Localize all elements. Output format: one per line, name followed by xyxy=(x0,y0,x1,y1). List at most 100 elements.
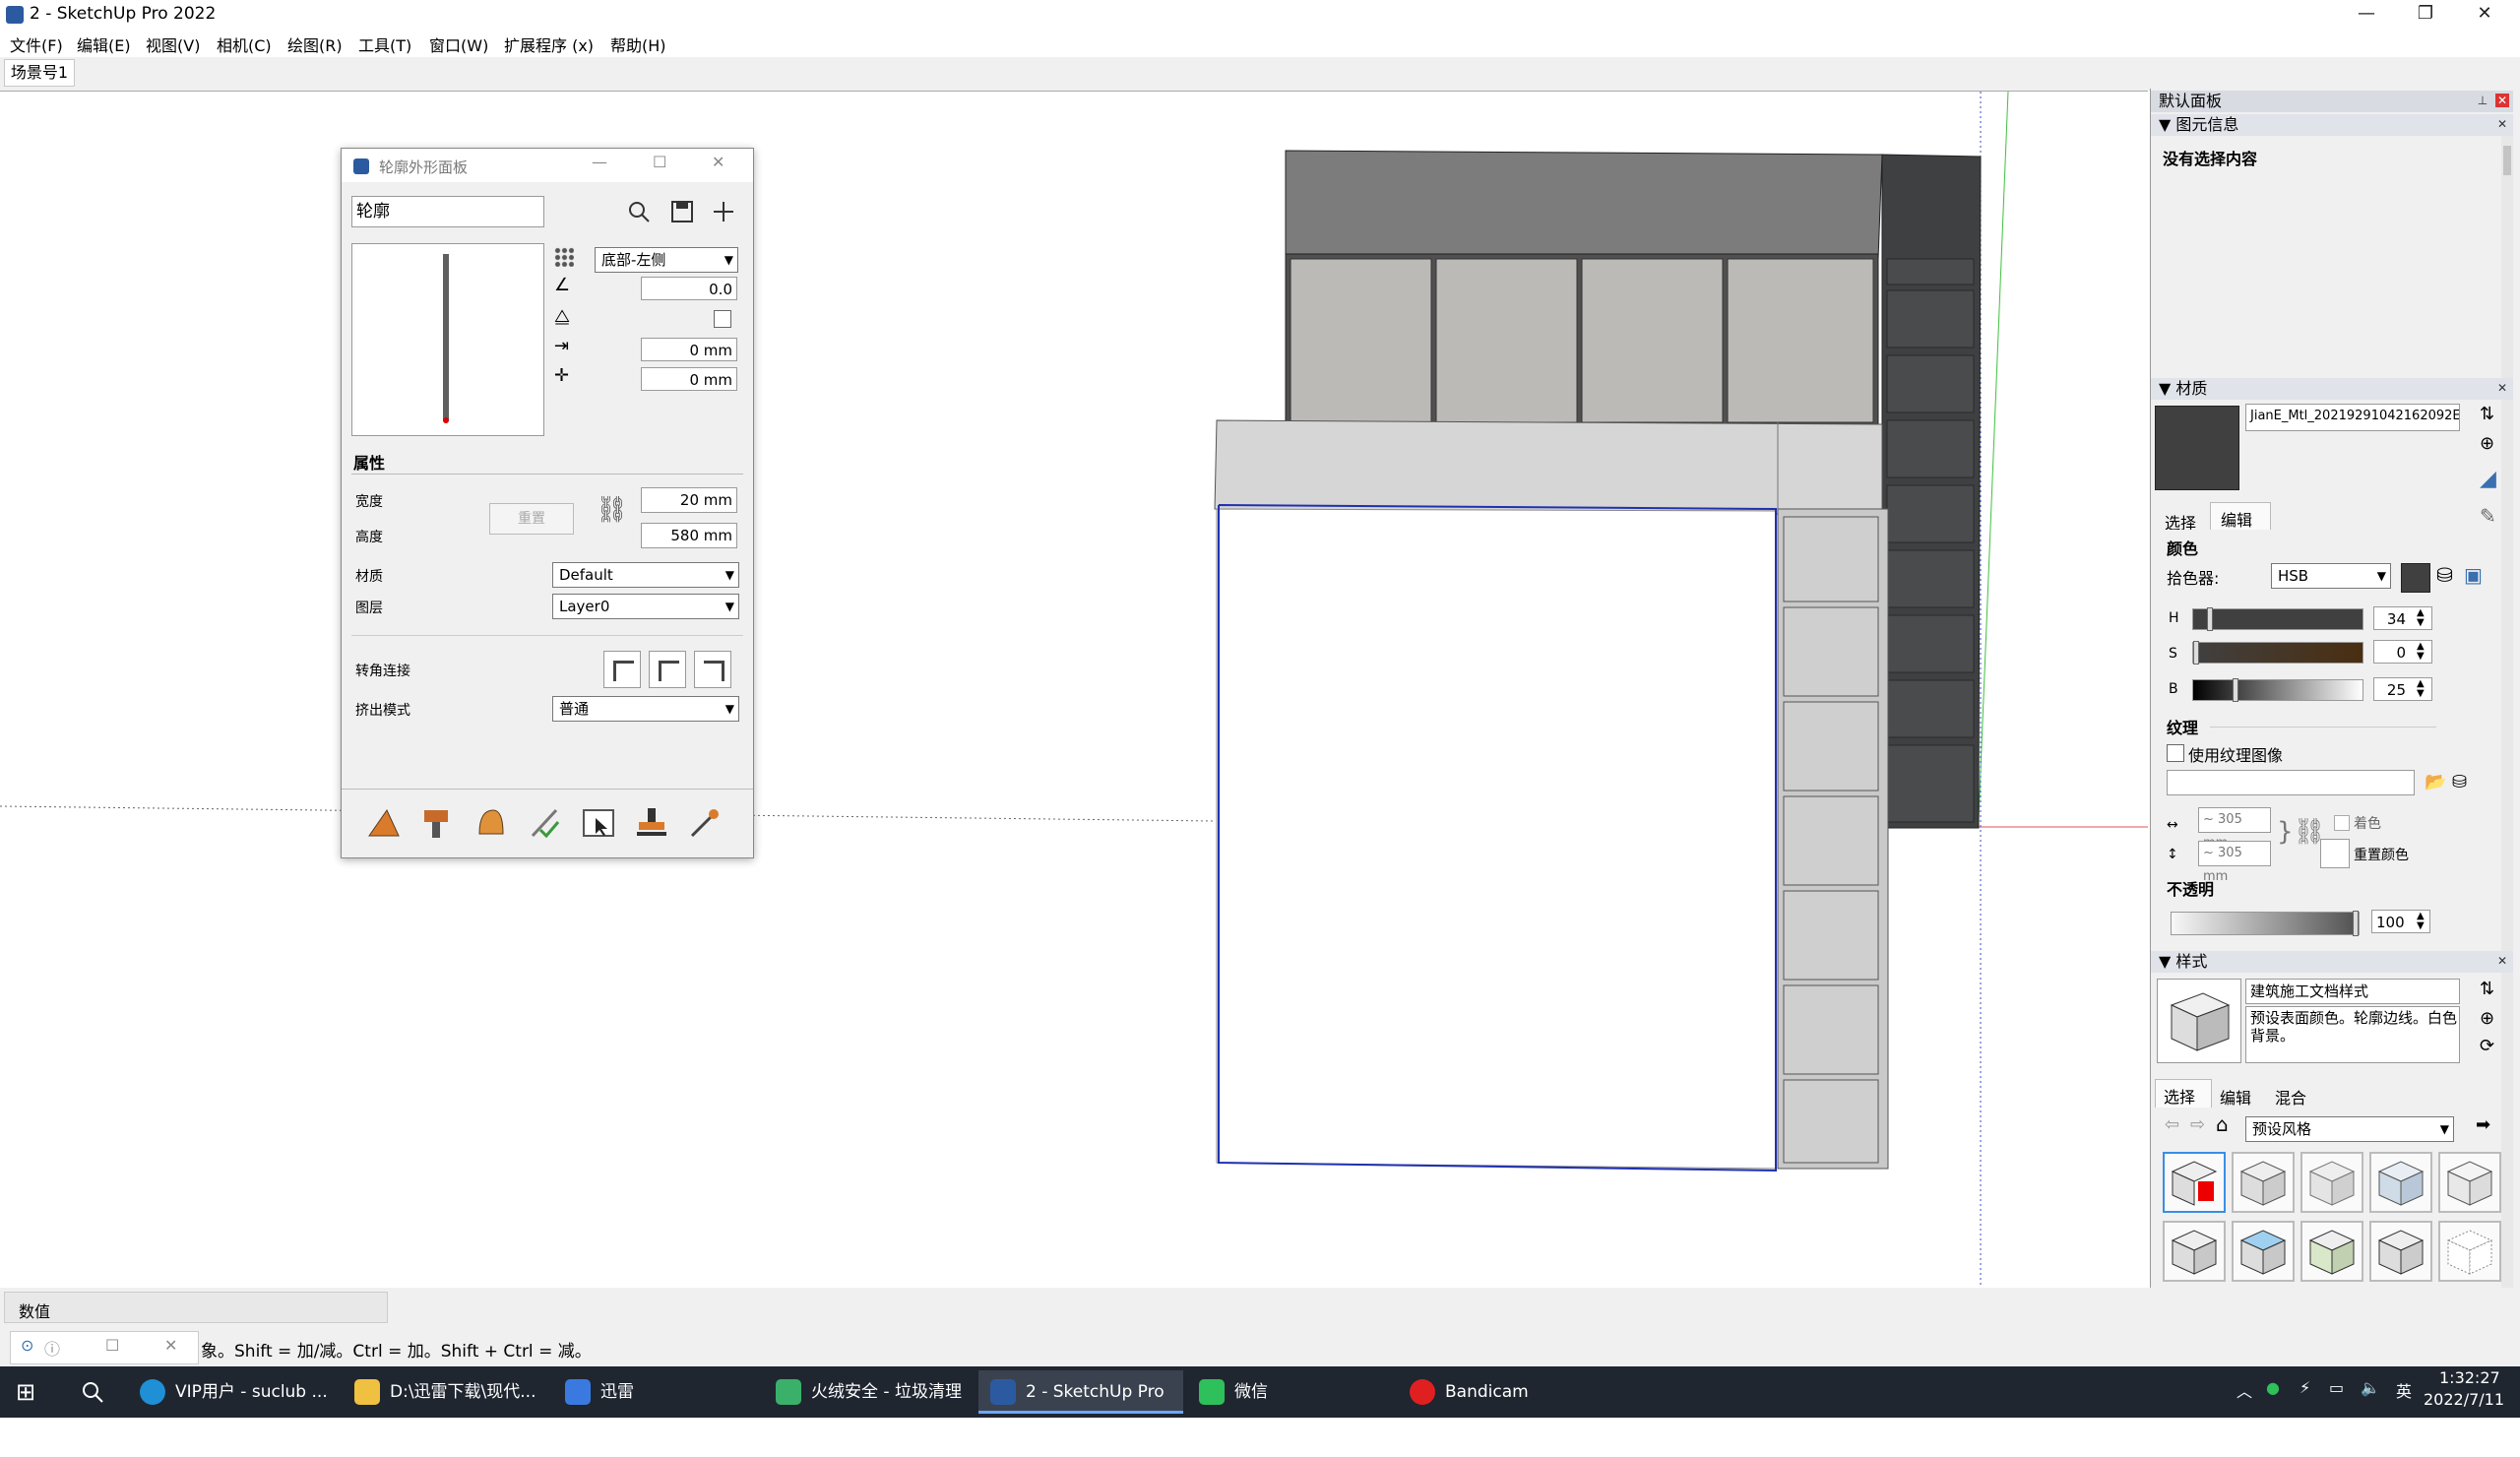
h-spin-icon[interactable]: ▲ ▼ xyxy=(2417,608,2425,628)
panel-maximize-button[interactable]: ☐ xyxy=(653,153,666,171)
reset-button[interactable]: 重置 xyxy=(489,503,574,535)
network-icon[interactable]: ▭ xyxy=(2329,1378,2344,1397)
measurements-box[interactable]: 数值 xyxy=(4,1292,388,1323)
search-icon[interactable] xyxy=(627,200,651,223)
create-material-icon[interactable]: ⊕ xyxy=(2480,433,2494,454)
material-select[interactable]: Default ▼ xyxy=(552,562,739,588)
b-slider-thumb[interactable] xyxy=(2233,678,2238,702)
clock-date[interactable]: 2022/7/11 xyxy=(2424,1390,2504,1409)
opacity-slider-thumb[interactable] xyxy=(2353,911,2359,936)
style-swatch[interactable] xyxy=(2369,1221,2432,1282)
status-maximize-icon[interactable]: ☐ xyxy=(105,1336,119,1355)
styles-tab-mix[interactable]: 混合 xyxy=(2267,1081,2322,1108)
volume-icon[interactable]: 🔈 xyxy=(2361,1378,2380,1397)
texture-path-input[interactable] xyxy=(2167,770,2415,795)
menu-tools[interactable]: 工具(T) xyxy=(358,32,411,56)
brush-tool-icon[interactable] xyxy=(418,804,456,842)
style-collection-select[interactable]: 预设风格 ▼ xyxy=(2245,1116,2454,1142)
ime-indicator[interactable]: 英 xyxy=(2396,1378,2412,1402)
entity-info-close-icon[interactable]: ✕ xyxy=(2495,117,2509,131)
model-viewport[interactable] xyxy=(0,91,2148,1289)
task-sketchup[interactable]: 2 - SketchUp Pro ... xyxy=(978,1370,1183,1445)
styles-close-icon[interactable]: ✕ xyxy=(2495,954,2509,968)
styles-tab-edit[interactable]: 编辑 xyxy=(2212,1081,2267,1108)
minimize-button[interactable]: — xyxy=(2339,0,2394,30)
texture-height-input[interactable]: ~ 305 mm xyxy=(2198,841,2271,884)
texture-width-input[interactable]: ~ 305 mm xyxy=(2198,807,2271,851)
credits-icon[interactable]: ⓘ xyxy=(44,1336,60,1360)
materials-header[interactable]: ▼ 材质 ✕ xyxy=(2151,378,2513,400)
menu-camera[interactable]: 相机(C) xyxy=(217,32,272,56)
extrude-mode-select[interactable]: 普通 ▼ xyxy=(552,696,739,722)
style-swatch[interactable] xyxy=(2163,1152,2226,1213)
style-swatch[interactable] xyxy=(2232,1221,2295,1282)
corner-overlap-button[interactable] xyxy=(694,651,731,688)
b-spin-icon[interactable]: ▲ ▼ xyxy=(2417,679,2425,699)
style-swatch[interactable] xyxy=(2438,1152,2501,1213)
task-edge[interactable]: VIP用户 - suclub ... xyxy=(140,1370,328,1414)
tray-scrollbar[interactable] xyxy=(2501,136,2513,1288)
wechat-tray-icon[interactable]: ● xyxy=(2266,1378,2280,1397)
maximize-button[interactable]: ❐ xyxy=(2398,0,2453,30)
texture-edit-icon[interactable]: ⛁ xyxy=(2452,772,2467,792)
style-swatch[interactable] xyxy=(2163,1221,2226,1282)
panel-minimize-button[interactable]: — xyxy=(592,153,607,171)
geo-location-icon[interactable]: ⊙ xyxy=(21,1336,33,1355)
profile-name-input[interactable]: 轮廓 xyxy=(351,196,544,227)
back-arrow-icon[interactable]: ⇦ xyxy=(2165,1114,2179,1135)
style-swatch[interactable] xyxy=(2300,1221,2363,1282)
menu-draw[interactable]: 绘图(R) xyxy=(287,32,343,56)
task-huorong[interactable]: 火绒安全 - 垃圾清理 xyxy=(776,1370,962,1414)
style-swatch[interactable] xyxy=(2300,1152,2363,1213)
tray-close-icon[interactable]: ✕ xyxy=(2495,94,2509,107)
s-spin-icon[interactable]: ▲ ▼ xyxy=(2417,642,2425,662)
style-swatch[interactable] xyxy=(2369,1152,2432,1213)
extrude-tool-icon[interactable] xyxy=(365,804,403,842)
menu-edit[interactable]: 编辑(E) xyxy=(77,32,131,56)
match-model-color-icon[interactable]: ⛁ xyxy=(2436,563,2453,587)
power-icon[interactable]: ⚡ xyxy=(2300,1378,2310,1397)
match-screen-color-icon[interactable]: ▣ xyxy=(2464,563,2483,587)
task-bandicam[interactable]: Bandicam xyxy=(1410,1370,1529,1414)
menu-view[interactable]: 视图(V) xyxy=(146,32,200,56)
details-arrow-icon[interactable]: ➡ xyxy=(2476,1114,2490,1135)
material-name-input[interactable]: JianE_Mtl_20219291042162092E xyxy=(2245,404,2460,431)
add-icon[interactable] xyxy=(712,200,735,223)
alignment-select[interactable]: 底部-左侧 ▼ xyxy=(595,247,738,273)
angle-input[interactable]: 0.0 xyxy=(641,277,737,300)
styles-tab-select[interactable]: 选择 xyxy=(2155,1079,2212,1108)
tray-overflow-icon[interactable]: ︿ xyxy=(2236,1378,2252,1402)
save-icon[interactable] xyxy=(670,200,694,223)
stamp-tool-icon[interactable] xyxy=(633,804,670,842)
opacity-spin-icon[interactable]: ▲ ▼ xyxy=(2417,912,2425,931)
materials-tab-select[interactable]: 选择 xyxy=(2155,506,2214,533)
s-slider[interactable] xyxy=(2192,641,2363,665)
close-button[interactable]: ✕ xyxy=(2457,0,2512,30)
use-texture-checkbox[interactable] xyxy=(2167,744,2184,762)
profile-panel-titlebar[interactable]: 轮廓外形面板 — ☐ ✕ xyxy=(342,149,753,182)
h-slider-thumb[interactable] xyxy=(2207,607,2213,631)
h-slider[interactable] xyxy=(2192,607,2363,631)
offset-x-input[interactable]: 0 mm xyxy=(641,338,737,361)
sweep-tool-icon[interactable] xyxy=(472,804,509,842)
search-icon[interactable] xyxy=(81,1380,104,1404)
width-input[interactable]: 20 mm xyxy=(641,487,737,513)
sample-paint-icon[interactable]: ◢ xyxy=(2480,467,2496,491)
corner-miter-button[interactable] xyxy=(603,651,641,688)
windows-start-icon[interactable]: ⊞ xyxy=(16,1378,35,1406)
select-profile-tool-icon[interactable] xyxy=(580,804,617,842)
edit-path-tool-icon[interactable] xyxy=(527,804,564,842)
colorize-checkbox[interactable] xyxy=(2334,815,2350,831)
scene-tab[interactable]: 场景号1 xyxy=(4,59,75,87)
b-slider[interactable] xyxy=(2192,678,2363,702)
eyedropper-icon[interactable]: ✎ xyxy=(2480,504,2496,528)
menu-extensions[interactable]: 扩展程序 (x) xyxy=(504,32,594,56)
style-swatch[interactable] xyxy=(2438,1221,2501,1282)
menu-help[interactable]: 帮助(H) xyxy=(610,32,666,56)
refresh-style-icon[interactable]: ⟳ xyxy=(2480,1036,2494,1056)
task-wechat[interactable]: 微信 xyxy=(1199,1370,1268,1414)
texture-link-icon[interactable]: }⛓ xyxy=(2277,817,2326,847)
entity-info-header[interactable]: ▼ 图元信息 ✕ xyxy=(2151,114,2513,136)
task-explorer[interactable]: D:\迅雷下载\现代... xyxy=(354,1370,536,1414)
status-close-icon[interactable]: ✕ xyxy=(164,1336,177,1355)
